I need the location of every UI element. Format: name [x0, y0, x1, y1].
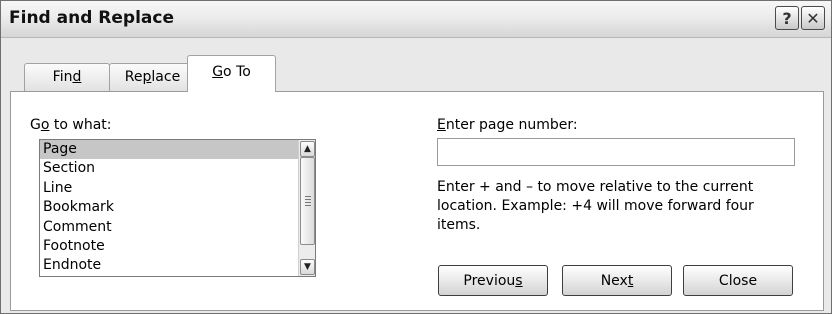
go-to-what-items: Page Section Line Bookmark Comment Footn… [40, 140, 298, 276]
chevron-down-icon: ▼ [304, 262, 311, 272]
page-number-input[interactable] [437, 138, 795, 166]
grip-line [305, 199, 311, 200]
tab-go-to-mnemonic: G [212, 64, 224, 80]
list-item-comment[interactable]: Comment [40, 218, 298, 237]
previous-button[interactable]: Previous [438, 265, 548, 296]
tab-find-mnemonic: d [72, 69, 82, 85]
close-icon: ✕ [806, 8, 820, 28]
scroll-up-button[interactable]: ▲ [300, 141, 315, 157]
close-window-button[interactable]: ✕ [801, 6, 825, 30]
find-replace-dialog: Find and Replace ? ✕ Find Replace Go To … [0, 0, 832, 314]
page-number-label-text: nter page number: [445, 117, 578, 133]
help-icon: ? [782, 8, 792, 28]
go-to-what-listbox[interactable]: Page Section Line Bookmark Comment Footn… [39, 139, 316, 277]
page-number-label: Enter page number: [437, 117, 578, 133]
page-number-mnemonic: E [437, 117, 446, 133]
listbox-scrollbar[interactable]: ▲ ▼ [298, 140, 315, 276]
scroll-thumb[interactable] [300, 157, 315, 245]
grip-line [305, 205, 311, 206]
help-button[interactable]: ? [775, 6, 799, 30]
next-label: Nex [600, 273, 628, 289]
tab-go-to[interactable]: Go To [187, 55, 276, 92]
grip-line [305, 202, 311, 203]
tab-find-label: Fin [52, 69, 73, 85]
list-item-section[interactable]: Section [40, 159, 298, 178]
list-item-line[interactable]: Line [40, 179, 298, 198]
go-to-what-label-start: G [30, 117, 41, 133]
go-to-what-label-end: to what: [49, 117, 112, 133]
tab-go-to-label-end: o To [223, 64, 251, 80]
grip-line [305, 196, 311, 197]
tab-replace-label-end: lace [151, 69, 181, 85]
navigation-hint: Enter + and – to move relative to the cu… [437, 179, 754, 233]
title-bar[interactable]: Find and Replace ? ✕ [1, 1, 831, 38]
close-button[interactable]: Close [683, 265, 793, 296]
previous-label: Previou [463, 273, 516, 289]
previous-mnemonic: s [515, 273, 523, 289]
list-item-endnote[interactable]: Endnote [40, 256, 298, 275]
tab-find[interactable]: Find [24, 63, 110, 91]
go-to-what-label: Go to what: [30, 117, 112, 133]
list-item-footnote[interactable]: Footnote [40, 237, 298, 256]
scroll-down-button[interactable]: ▼ [300, 259, 315, 275]
list-item-page[interactable]: Page [40, 140, 298, 160]
tab-replace-label: Re [124, 69, 143, 85]
dialog-title: Find and Replace [9, 8, 174, 28]
tab-replace[interactable]: Replace [109, 63, 196, 91]
next-button[interactable]: Next [562, 265, 672, 296]
list-item-bookmark[interactable]: Bookmark [40, 198, 298, 217]
chevron-up-icon: ▲ [304, 144, 311, 154]
next-mnemonic: t [627, 273, 634, 289]
